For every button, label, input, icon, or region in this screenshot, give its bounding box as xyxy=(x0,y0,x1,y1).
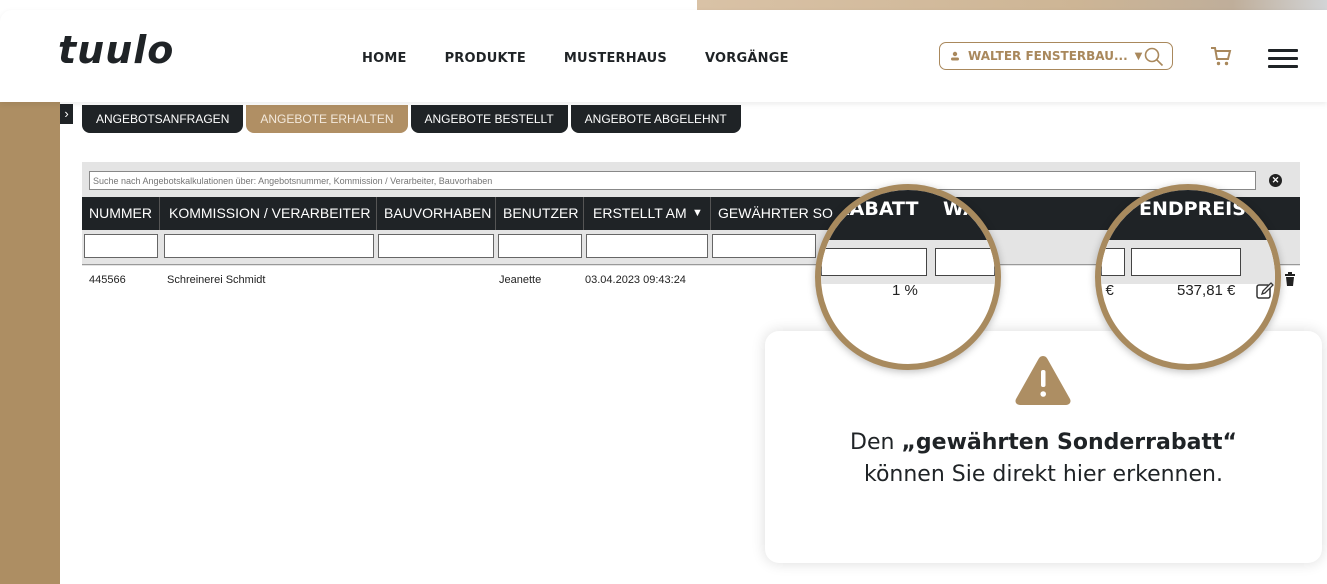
search-input[interactable] xyxy=(89,171,1256,190)
col-gewaehrter-sonderrabatt[interactable]: GEWÄHRTER SO xyxy=(718,197,833,230)
user-name: WALTER FENSTERBAU... xyxy=(968,49,1128,63)
magnifier-sonderrabatt: RABATT WA ORB-WERT OHNE 1 % xyxy=(815,184,1001,370)
column-divider xyxy=(710,197,711,230)
column-divider xyxy=(376,197,377,230)
search-icon[interactable] xyxy=(1144,47,1164,67)
col-kommission[interactable]: KOMMISSION / VERARBEITER xyxy=(169,197,370,230)
left-sidebar xyxy=(0,100,60,584)
magnified-header-rabatt: RABATT xyxy=(835,198,919,220)
warning-icon xyxy=(1015,356,1071,405)
col-erstellt-am[interactable]: ERSTELLT AM xyxy=(593,197,687,230)
info-line1-prefix: Den xyxy=(850,430,902,455)
main-nav: HOME PRODUKTE MUSTERHAUS VORGÄNGE xyxy=(362,51,827,66)
top-header: tuulo HOME PRODUKTE MUSTERHAUS VORGÄNGE … xyxy=(0,10,1327,102)
info-line2: können Sie direkt hier erkennen. xyxy=(864,462,1223,487)
col-bauvorhaben[interactable]: BAUVORHABEN xyxy=(384,197,491,230)
user-selector[interactable]: WALTER FENSTERBAU... ▼ xyxy=(939,42,1173,70)
magnified-sonderrabatt-value: 1 % xyxy=(892,282,918,299)
nav-musterhaus[interactable]: MUSTERHAUS xyxy=(564,51,667,66)
filter-erstellt[interactable] xyxy=(586,234,708,258)
tab-angebote-abgelehnt[interactable]: ANGEBOTE ABGELEHNT xyxy=(570,105,741,133)
magnified-filter-korb xyxy=(1101,248,1125,276)
filter-sonderrabatt[interactable] xyxy=(712,234,816,258)
person-icon xyxy=(951,51,959,61)
nav-vorgaenge[interactable]: VORGÄNGE xyxy=(705,51,789,66)
sidebar-expand-icon[interactable]: › xyxy=(60,104,73,124)
nav-home[interactable]: HOME xyxy=(362,51,407,66)
chevron-down-icon: ▼ xyxy=(1134,50,1143,62)
hamburger-menu-icon[interactable] xyxy=(1268,49,1298,73)
tuulo-logo[interactable]: tuulo xyxy=(58,28,174,72)
magnified-filter-wa xyxy=(935,248,995,276)
magnified-header-wa: WA xyxy=(943,198,978,220)
filter-bauvorhaben[interactable] xyxy=(378,234,494,258)
cell-erstellt[interactable]: 03.04.2023 09:43:24 xyxy=(585,274,686,286)
clear-search-icon[interactable]: ✕ xyxy=(1269,174,1282,187)
magnifier-endpreis: ENDPREIS 4 € 537,81 € xyxy=(1095,184,1281,370)
tab-angebotsanfragen[interactable]: ANGEBOTSANFRAGEN xyxy=(82,105,244,133)
filter-nummer[interactable] xyxy=(84,234,158,258)
info-line1-bold: „gewährten Sonderrabatt“ xyxy=(901,430,1237,455)
trash-icon[interactable] xyxy=(1284,272,1296,286)
magnified-endpreis-value: 537,81 € xyxy=(1177,282,1236,299)
magnified-korb-value: 4 € xyxy=(1095,282,1114,299)
magnified-filter-endpreis xyxy=(1131,248,1241,276)
tab-angebote-bestellt[interactable]: ANGEBOTE BESTELLT xyxy=(410,105,568,133)
col-benutzer[interactable]: BENUTZER xyxy=(503,197,578,230)
column-divider xyxy=(159,197,160,230)
cell-kommission[interactable]: Schreinerei Schmidt xyxy=(167,274,265,286)
magnified-filter-sonderrabatt xyxy=(821,248,927,276)
magnified-header-endpreis: ENDPREIS xyxy=(1139,198,1246,220)
cart-icon[interactable] xyxy=(1209,45,1233,67)
tab-angebote-erhalten[interactable]: ANGEBOTE ERHALTEN xyxy=(246,105,408,133)
filter-kommission[interactable] xyxy=(164,234,374,258)
filter-benutzer[interactable] xyxy=(498,234,582,258)
sort-desc-icon[interactable]: ▼ xyxy=(692,197,703,230)
column-divider xyxy=(495,197,496,230)
offer-tabs: ANGEBOTSANFRAGEN ANGEBOTE ERHALTEN ANGEB… xyxy=(82,105,744,133)
edit-icon xyxy=(1256,282,1274,299)
cell-benutzer[interactable]: Jeanette xyxy=(499,274,541,286)
nav-produkte[interactable]: PRODUKTE xyxy=(445,51,526,66)
info-message: Den „gewährten Sonderrabatt“ können Sie … xyxy=(765,427,1322,491)
col-nummer[interactable]: NUMMER xyxy=(89,197,152,230)
cell-nummer[interactable]: 445566 xyxy=(89,274,126,286)
column-divider xyxy=(583,197,584,230)
info-card: Den „gewährten Sonderrabatt“ können Sie … xyxy=(765,331,1322,563)
